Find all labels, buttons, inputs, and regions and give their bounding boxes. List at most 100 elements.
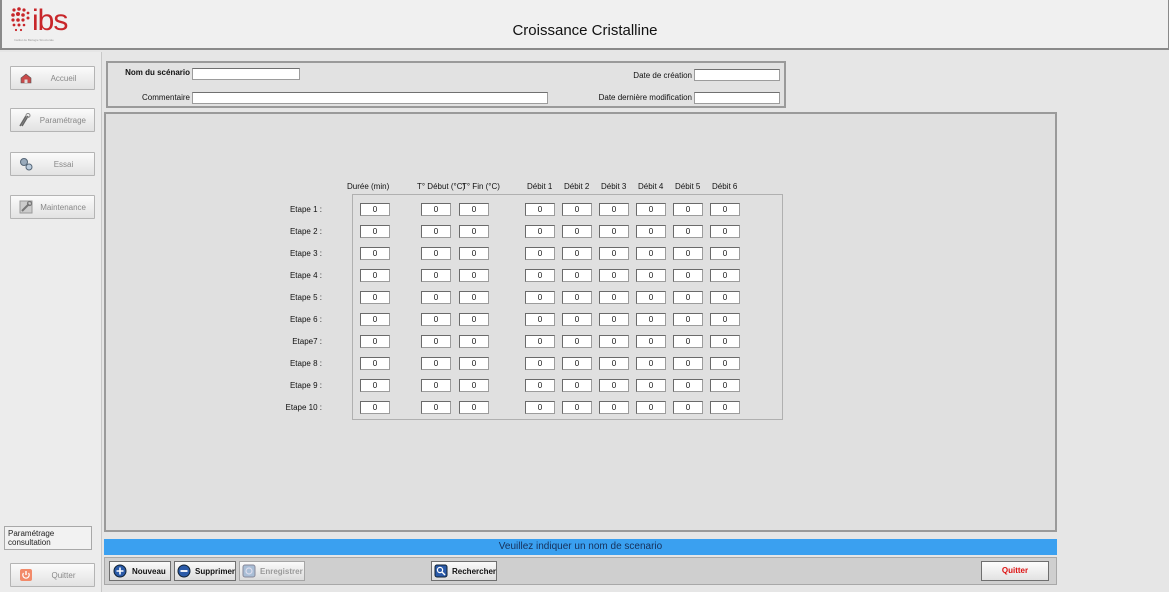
cell-debit4-input[interactable]: 0: [636, 203, 666, 216]
cell-duree-input[interactable]: 0: [360, 269, 390, 282]
cell-debit1-input[interactable]: 0: [525, 203, 555, 216]
cell-debit4-input[interactable]: 0: [636, 335, 666, 348]
cell-debit5-input[interactable]: 0: [673, 225, 703, 238]
cell-duree-input[interactable]: 0: [360, 247, 390, 260]
cell-debit4-input[interactable]: 0: [636, 225, 666, 238]
cell-debit6-input[interactable]: 0: [710, 225, 740, 238]
sidebar-item-maintenance[interactable]: Maintenance: [10, 195, 95, 219]
save-button[interactable]: Enregistrer: [239, 561, 305, 581]
cell-debit5-input[interactable]: 0: [673, 335, 703, 348]
cell-debit2-input[interactable]: 0: [562, 225, 592, 238]
search-button[interactable]: Rechercher: [431, 561, 497, 581]
cell-debit2-input[interactable]: 0: [562, 247, 592, 260]
cell-debit2-input[interactable]: 0: [562, 357, 592, 370]
cell-duree-input[interactable]: 0: [360, 291, 390, 304]
cell-debit4-input[interactable]: 0: [636, 269, 666, 282]
cell-debit3-input[interactable]: 0: [599, 247, 629, 260]
sidebar-item-accueil[interactable]: Accueil: [10, 66, 95, 90]
cell-debit1-input[interactable]: 0: [525, 335, 555, 348]
cell-debit5-input[interactable]: 0: [673, 379, 703, 392]
cell-t-debut-input[interactable]: 0: [421, 247, 451, 260]
cell-debit3-input[interactable]: 0: [599, 225, 629, 238]
cell-duree-input[interactable]: 0: [360, 357, 390, 370]
cell-debit3-input[interactable]: 0: [599, 401, 629, 414]
cell-debit2-input[interactable]: 0: [562, 291, 592, 304]
cell-debit6-input[interactable]: 0: [710, 203, 740, 216]
cell-debit5-input[interactable]: 0: [673, 247, 703, 260]
modification-date-field[interactable]: [694, 92, 780, 104]
cell-debit1-input[interactable]: 0: [525, 401, 555, 414]
cell-t-fin-input[interactable]: 0: [459, 313, 489, 326]
cell-debit1-input[interactable]: 0: [525, 379, 555, 392]
cell-debit4-input[interactable]: 0: [636, 291, 666, 304]
cell-debit6-input[interactable]: 0: [710, 357, 740, 370]
sidebar-item-essai[interactable]: Essai: [10, 152, 95, 176]
sidebar-item-parametrage[interactable]: Paramétrage: [10, 108, 95, 132]
creation-date-field[interactable]: [694, 69, 780, 81]
cell-duree-input[interactable]: 0: [360, 225, 390, 238]
cell-debit6-input[interactable]: 0: [710, 379, 740, 392]
cell-debit6-input[interactable]: 0: [710, 401, 740, 414]
cell-debit2-input[interactable]: 0: [562, 313, 592, 326]
cell-debit2-input[interactable]: 0: [562, 401, 592, 414]
cell-t-debut-input[interactable]: 0: [421, 313, 451, 326]
cell-t-debut-input[interactable]: 0: [421, 335, 451, 348]
cell-duree-input[interactable]: 0: [360, 335, 390, 348]
cell-t-debut-input[interactable]: 0: [421, 203, 451, 216]
cell-debit2-input[interactable]: 0: [562, 379, 592, 392]
cell-debit1-input[interactable]: 0: [525, 291, 555, 304]
cell-debit1-input[interactable]: 0: [525, 225, 555, 238]
cell-debit3-input[interactable]: 0: [599, 357, 629, 370]
cell-t-fin-input[interactable]: 0: [459, 269, 489, 282]
cell-debit3-input[interactable]: 0: [599, 269, 629, 282]
cell-duree-input[interactable]: 0: [360, 313, 390, 326]
cell-debit1-input[interactable]: 0: [525, 313, 555, 326]
cell-debit5-input[interactable]: 0: [673, 203, 703, 216]
cell-t-fin-input[interactable]: 0: [459, 401, 489, 414]
cell-debit5-input[interactable]: 0: [673, 357, 703, 370]
quit-button[interactable]: Quitter: [981, 561, 1049, 581]
cell-debit5-input[interactable]: 0: [673, 313, 703, 326]
cell-debit5-input[interactable]: 0: [673, 269, 703, 282]
cell-debit2-input[interactable]: 0: [562, 203, 592, 216]
cell-debit1-input[interactable]: 0: [525, 357, 555, 370]
cell-debit4-input[interactable]: 0: [636, 379, 666, 392]
cell-duree-input[interactable]: 0: [360, 203, 390, 216]
cell-t-fin-input[interactable]: 0: [459, 357, 489, 370]
cell-debit3-input[interactable]: 0: [599, 291, 629, 304]
scenario-name-input[interactable]: [192, 68, 300, 80]
cell-debit5-input[interactable]: 0: [673, 401, 703, 414]
cell-t-fin-input[interactable]: 0: [459, 225, 489, 238]
cell-t-debut-input[interactable]: 0: [421, 269, 451, 282]
cell-t-debut-input[interactable]: 0: [421, 225, 451, 238]
cell-debit5-input[interactable]: 0: [673, 291, 703, 304]
delete-button[interactable]: Supprimer: [174, 561, 236, 581]
cell-duree-input[interactable]: 0: [360, 379, 390, 392]
cell-debit4-input[interactable]: 0: [636, 357, 666, 370]
cell-debit3-input[interactable]: 0: [599, 313, 629, 326]
comment-input[interactable]: [192, 92, 548, 104]
cell-debit2-input[interactable]: 0: [562, 335, 592, 348]
cell-debit3-input[interactable]: 0: [599, 335, 629, 348]
cell-debit4-input[interactable]: 0: [636, 401, 666, 414]
cell-debit1-input[interactable]: 0: [525, 247, 555, 260]
cell-debit6-input[interactable]: 0: [710, 313, 740, 326]
cell-debit3-input[interactable]: 0: [599, 203, 629, 216]
cell-t-fin-input[interactable]: 0: [459, 379, 489, 392]
cell-debit1-input[interactable]: 0: [525, 269, 555, 282]
cell-debit4-input[interactable]: 0: [636, 313, 666, 326]
cell-t-fin-input[interactable]: 0: [459, 335, 489, 348]
new-button[interactable]: Nouveau: [109, 561, 171, 581]
cell-debit2-input[interactable]: 0: [562, 269, 592, 282]
cell-t-fin-input[interactable]: 0: [459, 247, 489, 260]
cell-t-debut-input[interactable]: 0: [421, 379, 451, 392]
cell-t-debut-input[interactable]: 0: [421, 291, 451, 304]
cell-debit4-input[interactable]: 0: [636, 247, 666, 260]
sidebar-quit-button[interactable]: Quitter: [10, 563, 95, 587]
cell-t-debut-input[interactable]: 0: [421, 401, 451, 414]
cell-debit6-input[interactable]: 0: [710, 269, 740, 282]
cell-duree-input[interactable]: 0: [360, 401, 390, 414]
cell-debit6-input[interactable]: 0: [710, 335, 740, 348]
cell-debit3-input[interactable]: 0: [599, 379, 629, 392]
cell-debit6-input[interactable]: 0: [710, 291, 740, 304]
